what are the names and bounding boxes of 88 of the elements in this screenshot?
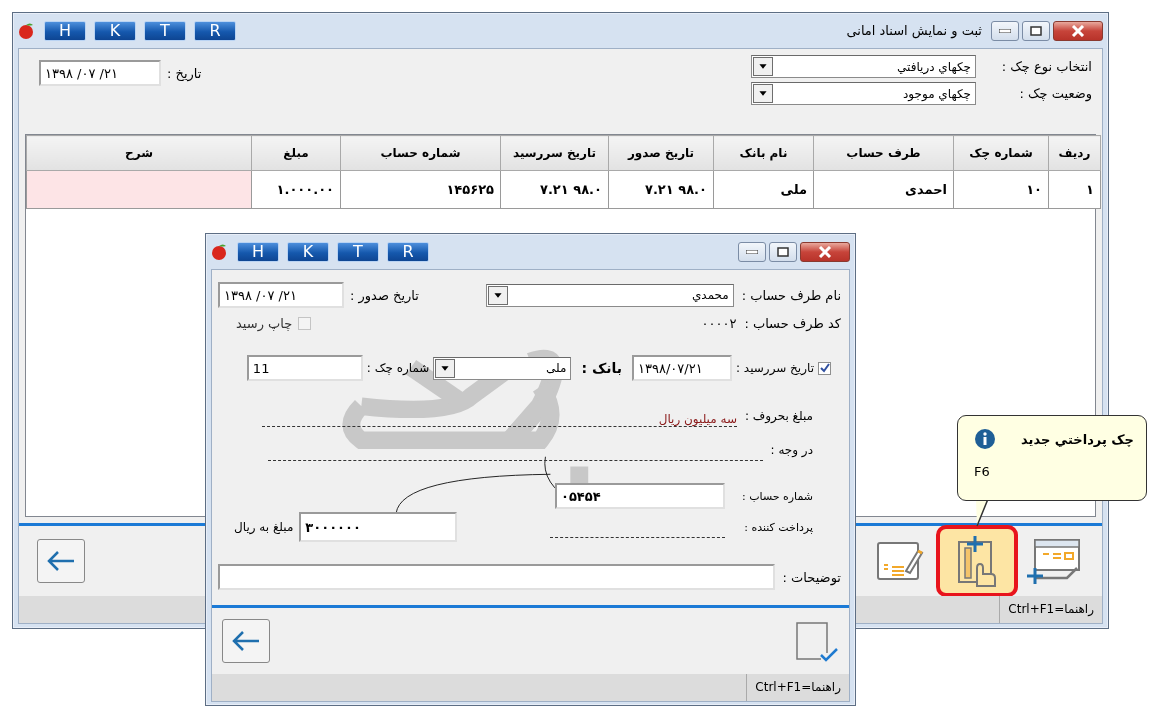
date-field[interactable]: ۱۳۹۸ /۰۷ /۲۱ [218,282,344,308]
table-cell: ۱ [1048,170,1101,209]
minimize-button[interactable] [991,20,1019,41]
window-title: ثبت و نمایش اسناد امانی [846,23,982,38]
close-button[interactable] [800,241,850,262]
column-header[interactable]: شماره حساب [340,135,501,171]
status-text: راهنما=Ctrl+F1 [746,674,849,701]
info-icon [974,428,996,450]
table-cell: احمدی [813,170,954,209]
maximize-icon [1030,25,1042,36]
quick-button[interactable]: H [44,20,86,41]
input-field[interactable]: ۳۰۰۰۰۰۰ [299,512,458,542]
caret-icon [487,285,508,305]
table-cell: ۱۴۵۶۲۵ [340,170,501,209]
left-arrow-icon [46,550,76,572]
dropdown[interactable]: ملی [433,356,572,380]
caret-icon [753,57,773,76]
shortcut-text: F6 [974,464,990,479]
input-field[interactable]: 11 [246,355,363,381]
field-label: بانک : [581,360,622,376]
quick-button[interactable]: T [337,241,379,262]
back-button[interactable] [222,619,270,663]
quick-button[interactable]: R [194,20,236,41]
quick-button[interactable]: R [387,241,429,262]
field-label: در وجه : [770,443,813,457]
checkbox[interactable] [818,361,831,375]
field-label: کد طرف حساب : [744,315,841,331]
field-label: وضعیت چک : [1018,86,1092,101]
close-button[interactable] [1053,20,1103,41]
table-cell: ۹۸.۰ ۷.۲۱ [608,170,714,209]
fill-in-line[interactable]: سه میلیون ریال [261,405,737,427]
status-text: راهنما=Ctrl+F1 [999,596,1102,623]
field-label: مبلغ به ریال [234,520,294,534]
field-label: انتخاب نوع چک : [1000,59,1092,74]
minimize-icon [746,249,758,254]
input-field[interactable] [218,564,775,590]
field-label: تاريخ : [167,65,202,81]
column-header[interactable]: ردیف [1048,135,1101,171]
dropdown[interactable]: محمدي [485,283,734,307]
checkbox-label: چاپ رسید [236,315,293,331]
field-label: نام طرف حساب : [741,287,841,303]
minimize-icon [999,28,1011,33]
column-header[interactable]: تاریخ صدور [608,135,714,171]
table-cell: ۹۸.۰ ۷.۲۱ [500,170,609,209]
input-field[interactable]: ۰۵۴۵۴ [555,483,725,509]
date-field[interactable]: ۱۳۹۸/۰۷/۲۱ [632,355,732,381]
quick-button[interactable]: H [237,241,279,262]
quick-button[interactable]: K [94,20,136,41]
field-label: توضیحات : [782,569,841,585]
column-header[interactable]: مبلغ [251,135,341,171]
left-arrow-icon [231,630,261,652]
date-field[interactable]: ۱۳۹۸ /۰۷ /۲۱ [39,60,161,86]
cheque-hand-plus-icon [1027,538,1081,584]
column-header[interactable]: شرح [26,135,252,171]
column-header[interactable]: طرف حساب [813,135,954,171]
field-label: تاریخ صدور : [350,287,419,303]
toolbar-button[interactable] [936,525,1018,597]
table-cell: ۱.۰۰۰.۰۰ [251,170,341,209]
table-cell: ۱۰ [953,170,1049,209]
field-label: پرداخت کننده : [743,520,813,534]
close-icon [818,245,832,258]
field-label: مبلغ بحروف : [744,409,813,423]
table-cell: ملی [713,170,814,209]
caret-icon [435,358,456,378]
quick-button[interactable]: T [144,20,186,41]
close-icon [1071,24,1085,37]
tomato-icon [211,242,229,261]
caret-icon [753,84,773,103]
column-header[interactable]: تاریخ سررسید [500,135,609,171]
minimize-button[interactable] [738,241,766,262]
column-header[interactable]: شماره چک [953,135,1049,171]
dropdown[interactable]: چکهاي دريافتي [751,55,976,78]
column-header[interactable]: نام بانک [713,135,814,171]
maximize-button[interactable] [1022,20,1050,41]
tooltip-title: چک پرداختي جديد [1021,431,1134,447]
maximize-button[interactable] [769,241,797,262]
back-button[interactable] [37,539,85,583]
field-label: شماره حساب : [740,489,813,503]
cheque-pen-icon [876,539,924,583]
quick-button[interactable]: K [287,241,329,262]
field-label: شماره چک : [366,361,430,375]
dropdown[interactable]: چکهاي موجود [751,82,976,105]
field-label: تاریخ سررسید : [736,361,814,375]
maximize-icon [777,246,789,257]
tomato-icon [18,21,36,40]
table-cell[interactable] [26,170,252,209]
account-code: ۰۰۰۰۲ [701,315,737,331]
cheque-hand-plus-icon [955,534,999,588]
